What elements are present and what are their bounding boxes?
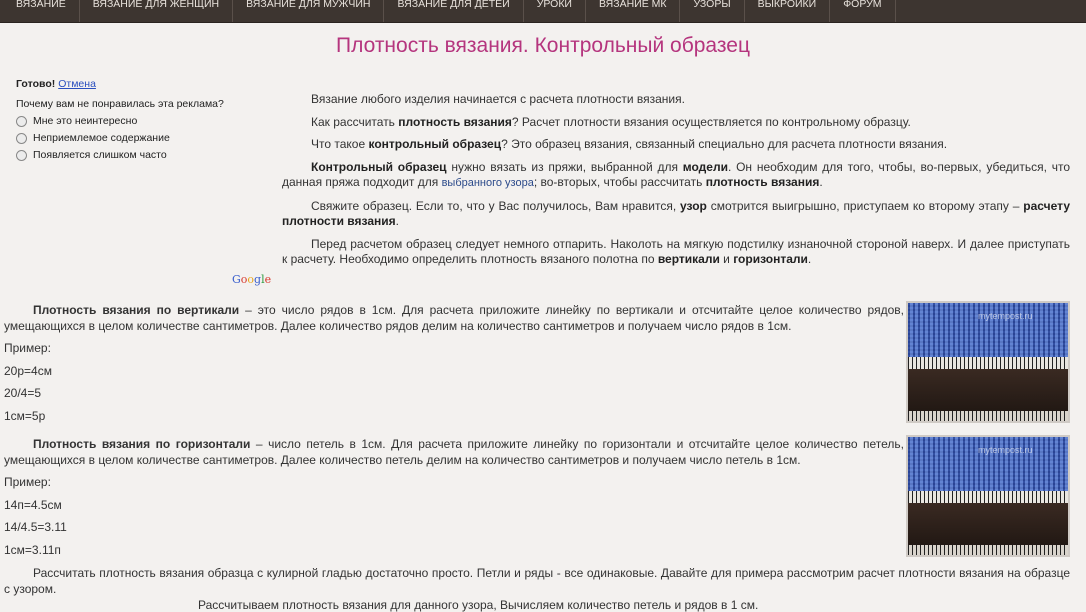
nav-item-forum[interactable]: ФОРУМ (830, 0, 896, 22)
nav-item-kids[interactable]: ВЯЗАНИЕ ДЛЯ ДЕТЕЙ (384, 0, 524, 22)
nav-item-lessons[interactable]: УРОКИ (524, 0, 586, 22)
outro-paragraph: Рассчитать плотность вязания образца с к… (4, 566, 1070, 596)
ad-option[interactable]: Появляется слишком часто (16, 149, 256, 161)
intro-paragraph: Перед расчетом образец следует немного о… (282, 236, 1070, 267)
example-line: 14п=4.5см (4, 497, 62, 512)
intro-paragraph: Свяжите образец. Если то, что у Вас полу… (282, 198, 1070, 229)
nav-item-templates[interactable]: ВЫКРОЙКИ (745, 0, 831, 22)
photo-watermark: mytempost.ru (978, 445, 1033, 455)
ad-option[interactable]: Мне это неинтересно (16, 115, 256, 127)
example-line: 20/4=5 (4, 386, 42, 400)
ruler-image (908, 411, 1068, 421)
ad-cancel-link[interactable]: Отмена (58, 78, 96, 90)
pattern-link[interactable]: выбранного узора (442, 177, 534, 189)
nav-item-women[interactable]: ВЯЗАНИЕ ДЛЯ ЖЕНЩИН (80, 0, 234, 22)
horizontal-density-title: Плотность вязания по горизонтали (33, 437, 251, 451)
ad-option-label: Неприемлемое содержание (33, 132, 170, 144)
vertical-density-title: Плотность вязания по вертикали (33, 303, 240, 317)
example-label: Пример: (4, 475, 51, 489)
example-label: Пример: (4, 341, 51, 355)
nav-item-mk[interactable]: ВЯЗАНИЕ МК (586, 0, 681, 22)
ad-question: Почему вам не понравилась эта реклама? (16, 98, 224, 110)
ad-feedback-panel: Готово! Отмена Почему вам не понравилась … (16, 78, 256, 161)
radio-button[interactable] (16, 115, 27, 127)
vertical-sample-photo[interactable]: mytempost.ru (906, 301, 1070, 423)
example-line: 1см=5р (4, 408, 46, 423)
vertical-density-section: Плотность вязания по вертикали – это чис… (4, 303, 904, 424)
intro-paragraph: Вязание любого изделия начинается с расч… (311, 92, 685, 106)
ruler-image (908, 357, 1068, 369)
nav-item-men[interactable]: ВЯЗАНИЕ ДЛЯ МУЖЧИН (233, 0, 385, 22)
intro-paragraph: Как рассчитать плотность вязания? Расчет… (311, 114, 911, 129)
radio-button[interactable] (16, 132, 27, 144)
photo-watermark: mytempost.ru (978, 311, 1033, 321)
example-line: 1см=3.11п (4, 542, 61, 557)
vertical-density-paragraph: Плотность вязания по вертикали – это чис… (4, 303, 904, 333)
page-title: Плотность вязания. Контрольный образец (336, 34, 750, 57)
horizontal-density-section: Плотность вязания по горизонтали – число… (4, 437, 904, 558)
example-line: 14/4.5=3.11 (4, 520, 67, 534)
intro-paragraph: Контрольный образец нужно вязать из пряж… (282, 159, 1070, 190)
nav-item-patterns[interactable]: УЗОРЫ (680, 0, 745, 22)
top-navigation: ВЯЗАНИЕ ВЯЗАНИЕ ДЛЯ ЖЕНЩИН ВЯЗАНИЕ ДЛЯ М… (0, 0, 1086, 23)
ad-option-label: Появляется слишком часто (33, 149, 167, 161)
cut-off-line: Рассчитываем плотность вязания для данно… (198, 598, 759, 612)
google-logo: Google (232, 273, 272, 286)
nav-item-knitting[interactable]: ВЯЗАНИЕ (0, 0, 80, 22)
horizontal-density-paragraph: Плотность вязания по горизонтали – число… (4, 437, 904, 467)
ruler-image (908, 491, 1068, 503)
radio-button[interactable] (16, 149, 27, 161)
ad-option[interactable]: Неприемлемое содержание (16, 132, 256, 144)
ad-option-label: Мне это неинтересно (33, 115, 138, 127)
ruler-image (908, 545, 1068, 555)
horizontal-sample-photo[interactable]: mytempost.ru (906, 435, 1070, 557)
outro-text: Рассчитать плотность вязания образца с к… (4, 566, 1070, 597)
intro-text: Вязание любого изделия начинается с расч… (282, 92, 1070, 275)
ad-done-label: Готово! (16, 78, 56, 90)
intro-paragraph: Что такое контрольный образец? Это образ… (311, 137, 948, 151)
example-line: 20р=4см (4, 363, 52, 378)
